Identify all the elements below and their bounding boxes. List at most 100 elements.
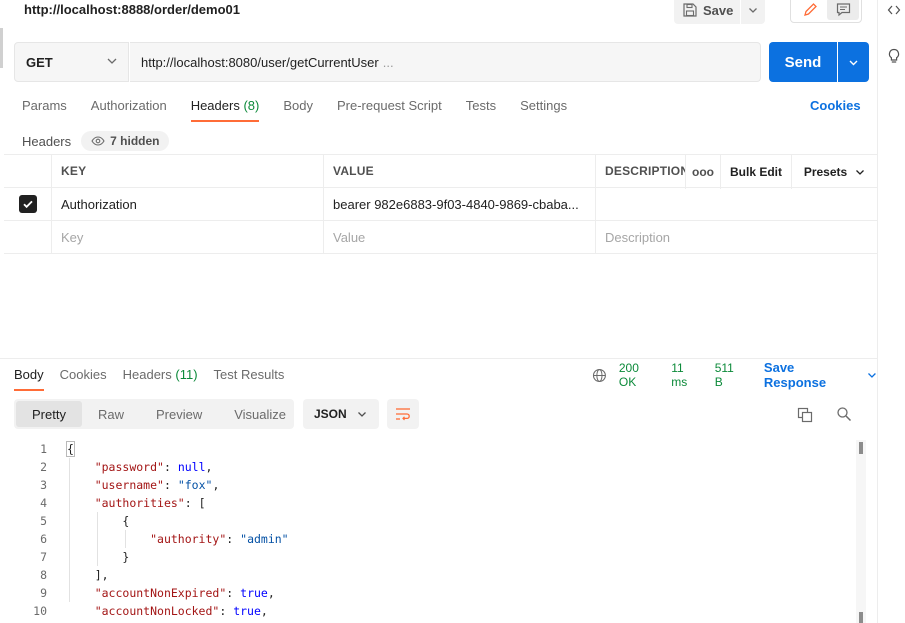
new-description-input[interactable]: Description — [595, 221, 877, 253]
tab-headers-label: Headers — [190, 98, 240, 113]
resp-cookies-label: Cookies — [59, 367, 107, 382]
tab-tests[interactable]: Tests — [466, 98, 496, 122]
wrap-lines-button[interactable] — [387, 399, 419, 429]
code-line: 10 "accountNonLocked": true, — [0, 602, 877, 620]
line-number: 9 — [40, 586, 47, 600]
send-button[interactable]: Send — [769, 42, 837, 82]
response-tabs: Body Cookies Headers (11) Test Results — [14, 367, 300, 391]
tab-headers[interactable]: Headers (8) — [190, 98, 260, 122]
comment-mode-button[interactable] — [827, 0, 859, 20]
tab-params[interactable]: Params — [22, 98, 67, 122]
edit-mode-button[interactable] — [795, 0, 825, 20]
view-raw[interactable]: Raw — [82, 401, 140, 427]
header-checkbox-col — [4, 155, 51, 187]
globe-icon[interactable] — [592, 368, 607, 383]
tab-settings[interactable]: Settings — [520, 98, 567, 122]
tab-response-headers[interactable]: Headers (11) — [123, 367, 198, 389]
line-number: 2 — [40, 460, 47, 474]
format-select[interactable]: JSON — [303, 399, 379, 429]
cookies-link[interactable]: Cookies — [810, 98, 861, 113]
editor-scrollbar[interactable] — [856, 440, 866, 623]
header-value-cell[interactable]: bearer 982e6883-9f03-4840-9869-cbaba... — [323, 188, 595, 220]
header-description-cell[interactable] — [595, 188, 877, 220]
row-enabled-checkbox[interactable] — [18, 195, 37, 213]
line-number: 1 — [40, 442, 47, 456]
bulk-edit-button[interactable]: Bulk Edit — [720, 155, 791, 189]
copy-icon[interactable] — [797, 407, 813, 423]
response-divider[interactable] — [0, 358, 877, 359]
request-header-bar: http://localhost:8888/order/demo01 Save — [0, 0, 877, 32]
tab-tests-label: Tests — [465, 98, 497, 113]
tab-pre-request-script[interactable]: Pre-request Script — [337, 98, 442, 122]
more-options-button[interactable]: ooo — [685, 155, 720, 189]
code-line: 8 ], — [0, 566, 877, 584]
response-time[interactable]: 11 ms — [671, 361, 703, 389]
send-options-button[interactable] — [838, 42, 869, 82]
table-row-new: Key Value Description — [4, 221, 877, 254]
column-value: VALUE — [323, 155, 595, 187]
request-tabs: Params Authorization Headers (8) Body Pr… — [22, 98, 591, 122]
save-button[interactable]: Save — [674, 0, 740, 24]
line-number: 8 — [40, 568, 47, 582]
table-header-row: KEY VALUE DESCRIPTION ooo Bulk Edit Pres… — [4, 154, 877, 189]
code-line: 4 "authorities": [ — [0, 494, 877, 512]
response-body-editor[interactable]: 1{2 "password": null, 3 "username": "fox"… — [0, 440, 877, 623]
search-icon[interactable] — [836, 406, 852, 422]
new-value-input[interactable]: Value — [323, 221, 595, 253]
view-mode-segment: Pretty Raw Preview Visualize — [14, 399, 294, 429]
tab-authorization[interactable]: Authorization — [91, 98, 167, 122]
line-number: 5 — [40, 514, 47, 528]
hidden-count-label: 7 hidden — [110, 134, 160, 148]
url-input[interactable]: http://localhost:8080/user/getCurrentUse… — [130, 42, 761, 82]
request-title[interactable]: http://localhost:8888/order/demo01 — [24, 2, 240, 17]
tab-test-results[interactable]: Test Results — [214, 367, 285, 389]
presets-button[interactable]: Presets — [791, 155, 877, 189]
row-checkbox-cell — [4, 188, 51, 220]
view-pretty[interactable]: Pretty — [16, 401, 82, 427]
column-key: KEY — [51, 155, 323, 187]
method-select[interactable]: GET — [14, 42, 129, 82]
code-text: "password": null, — [94, 460, 213, 474]
tab-authorization-label: Authorization — [90, 98, 167, 113]
code-text: } — [122, 550, 130, 564]
code-text: "accountNonLocked": true, — [94, 604, 268, 618]
bulb-icon[interactable] — [886, 48, 902, 64]
response-meta: 200 OK 11 ms 511 B Save Response — [592, 360, 877, 390]
code-text: "username": "fox", — [94, 478, 220, 492]
tab-response-cookies[interactable]: Cookies — [60, 367, 107, 389]
code-text: "authority": "admin" — [150, 532, 289, 546]
scrollbar-thumb-bottom[interactable] — [859, 612, 863, 623]
eye-icon — [91, 136, 105, 146]
code-text: { — [122, 514, 130, 528]
send-label: Send — [784, 53, 822, 71]
line-number: 6 — [40, 532, 47, 546]
hidden-headers-toggle[interactable]: 7 hidden — [81, 131, 170, 151]
code-line: 9 "accountNonExpired": true, — [0, 584, 877, 602]
view-visualize[interactable]: Visualize — [218, 401, 302, 427]
tab-headers-count: (8) — [243, 98, 260, 113]
code-text: "authorities": [ — [94, 496, 206, 510]
save-options-button[interactable] — [741, 0, 765, 24]
code-line: 1{ — [0, 440, 877, 458]
column-description: DESCRIPTION — [595, 155, 685, 187]
tab-body-label: Body — [283, 98, 313, 113]
code-icon[interactable] — [886, 2, 902, 18]
response-size[interactable]: 511 B — [715, 361, 745, 389]
new-key-input[interactable]: Key — [51, 221, 323, 253]
status-badge[interactable]: 200 OK — [619, 361, 659, 389]
pencil-icon — [803, 2, 817, 16]
line-number: 10 — [33, 604, 47, 618]
tab-response-body[interactable]: Body — [14, 367, 44, 391]
wrap-icon — [396, 408, 410, 421]
scrollbar-thumb[interactable] — [859, 442, 863, 454]
save-icon — [683, 3, 697, 17]
save-response-button[interactable]: Save Response — [764, 360, 877, 390]
tab-params-label: Params — [22, 98, 67, 113]
resp-body-label: Body — [14, 367, 44, 382]
sidebar-edge — [0, 28, 3, 68]
view-preview[interactable]: Preview — [140, 401, 218, 427]
right-sidebar — [877, 0, 905, 623]
tab-pre-request-label: Pre-request Script — [336, 98, 442, 113]
tab-body[interactable]: Body — [283, 98, 313, 122]
header-key-cell[interactable]: Authorization — [51, 188, 323, 220]
